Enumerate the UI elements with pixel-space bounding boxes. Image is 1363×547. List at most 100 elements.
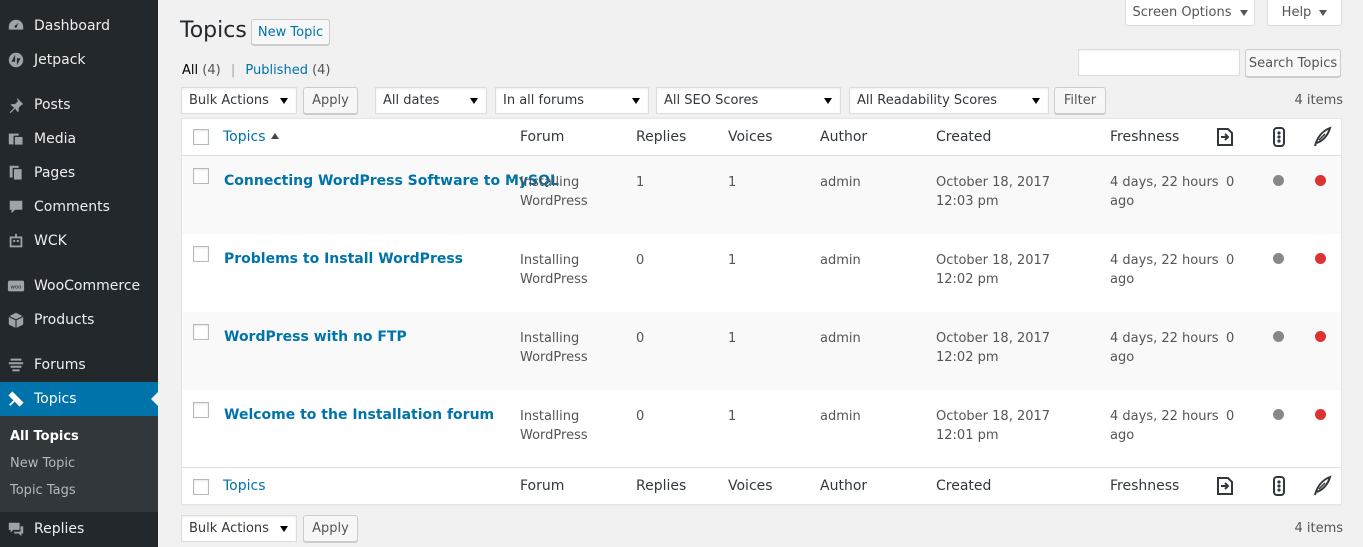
help-button[interactable]: Help [1267, 0, 1342, 26]
dropdown-arrow-icon [280, 526, 288, 532]
forum-cell: Installing WordPress [520, 251, 588, 289]
sidebar-item-woocommerce[interactable]: woo WooCommerce [0, 269, 158, 303]
freshness-line1: 4 days, 22 hours [1110, 331, 1219, 346]
topics-table: Topics Forum Replies Voices Author Creat… [181, 118, 1342, 505]
sidebar-item-media[interactable]: Media [0, 122, 158, 156]
topic-title-link[interactable]: WordPress with no FTP [224, 328, 407, 347]
sidebar-item-products[interactable]: Products [0, 303, 158, 337]
replies-cell: 0 [636, 331, 645, 346]
seo-score-filter-select[interactable]: All SEO Scores [656, 87, 841, 114]
seo-score-dot [1273, 409, 1284, 420]
bulk-actions-select[interactable]: Bulk Actions [181, 87, 297, 114]
freshness-line1: 4 days, 22 hours [1110, 409, 1219, 424]
column-header-topics[interactable]: Topics [223, 129, 279, 145]
submenu-all-topics[interactable]: All Topics [10, 429, 79, 444]
replies-cell: 0 [636, 253, 645, 268]
dropdown-arrow-icon [824, 98, 832, 104]
table-footer: Topics Forum Replies Voices Author Creat… [182, 467, 1341, 505]
select-value: All dates [383, 93, 440, 108]
submenu-topic-tags[interactable]: Topic Tags [10, 483, 76, 498]
sidebar-item-pages[interactable]: Pages [0, 156, 158, 190]
sidebar-item-comments[interactable]: Comments [0, 190, 158, 224]
dropdown-arrow-icon [280, 98, 288, 104]
sidebar-item-label: WooCommerce [34, 278, 141, 294]
view-published[interactable]: Published [245, 63, 308, 78]
freshness-line2: ago [1110, 428, 1135, 443]
row-checkbox[interactable] [193, 402, 209, 418]
sidebar-item-topics[interactable]: Topics [0, 382, 158, 416]
readability-score-dot [1315, 253, 1326, 264]
topic-title-link[interactable]: Problems to Install WordPress [224, 250, 463, 269]
seo-score-icon [1273, 127, 1285, 147]
select-all-checkbox[interactable] [193, 479, 209, 495]
select-all-checkbox[interactable] [193, 129, 209, 145]
dropdown-arrow-icon [470, 98, 478, 104]
robot-icon [6, 231, 26, 251]
voices-cell: 1 [728, 409, 737, 424]
forum-name-line2: WordPress [520, 428, 588, 443]
created-time: 12:02 pm [936, 350, 999, 365]
author-cell: admin [820, 331, 861, 346]
sidebar-item-wck[interactable]: WCK [0, 224, 158, 258]
replies-cell: 1 [636, 175, 645, 190]
row-checkbox[interactable] [193, 324, 209, 340]
items-count-top: 4 items [1294, 93, 1343, 108]
apply-button-bottom[interactable]: Apply [303, 515, 358, 542]
created-date: October 18, 2017 [936, 331, 1051, 346]
column-footer-freshness: Freshness [1110, 478, 1180, 494]
column-footer-topics[interactable]: Topics [223, 478, 266, 494]
sidebar-item-label: Products [34, 312, 95, 328]
created-date: October 18, 2017 [936, 409, 1051, 424]
readability-score-dot [1315, 331, 1326, 342]
forum-cell: Installing WordPress [520, 329, 588, 367]
comment-count-icon [1217, 477, 1233, 495]
readability-filter-select[interactable]: All Readability Scores [849, 87, 1049, 114]
seo-score-icon [1273, 476, 1285, 496]
sidebar-item-label: Topics [34, 391, 77, 407]
sidebar-item-replies[interactable]: Replies [0, 512, 158, 546]
column-footer-author: Author [820, 478, 868, 494]
items-count-bottom: 4 items [1294, 521, 1343, 536]
topic-title-link[interactable]: Welcome to the Installation forum [224, 406, 494, 425]
sidebar-item-forums[interactable]: Forums [0, 348, 158, 382]
forum-name-line1: Installing [520, 409, 580, 424]
table-row: Problems to Install WordPress Installing… [182, 234, 1341, 312]
column-topics-label: Topics [223, 129, 266, 145]
view-all[interactable]: All [182, 63, 198, 78]
column-header-forum: Forum [520, 129, 565, 145]
sidebar-item-label: Comments [34, 199, 110, 215]
sidebar-item-label: Posts [34, 97, 71, 113]
seo-score-dot [1273, 331, 1284, 342]
forum-name-line1: Installing [520, 175, 580, 190]
apply-button[interactable]: Apply [303, 87, 358, 114]
search-topics-button[interactable]: Search Topics [1245, 49, 1341, 77]
topic-title-link[interactable]: Connecting WordPress Software to MySQL [224, 172, 559, 191]
forum-name-line1: Installing [520, 331, 580, 346]
submenu-new-topic[interactable]: New Topic [10, 456, 75, 471]
forums-filter-select[interactable]: In all forums [495, 87, 649, 114]
dates-filter-select[interactable]: All dates [375, 87, 487, 114]
sidebar-item-posts[interactable]: Posts [0, 88, 158, 122]
comment-count-cell: 0 [1226, 331, 1235, 346]
screen-options-button[interactable]: Screen Options [1125, 0, 1255, 26]
new-topic-button[interactable]: New Topic [251, 19, 330, 45]
created-time: 12:02 pm [936, 272, 999, 287]
column-header-freshness: Freshness [1110, 129, 1180, 145]
filter-button[interactable]: Filter [1054, 87, 1106, 114]
created-date: October 18, 2017 [936, 253, 1051, 268]
sidebar-item-dashboard[interactable]: Dashboard [0, 9, 158, 43]
row-checkbox[interactable] [193, 246, 209, 262]
bulk-actions-select-bottom[interactable]: Bulk Actions [181, 515, 297, 542]
readability-score-dot [1315, 175, 1326, 186]
row-checkbox[interactable] [193, 168, 209, 184]
freshness-line1: 4 days, 22 hours [1110, 175, 1219, 190]
created-time: 12:03 pm [936, 194, 999, 209]
created-time: 12:01 pm [936, 428, 999, 443]
freshness-cell: 4 days, 22 hours ago [1110, 329, 1219, 367]
sidebar-item-label: Replies [34, 521, 85, 537]
table-row: WordPress with no FTP Installing WordPres… [182, 312, 1341, 390]
comment-count-icon [1217, 128, 1233, 146]
sidebar-item-jetpack[interactable]: Jetpack [0, 43, 158, 77]
select-value: All SEO Scores [664, 93, 759, 108]
search-input[interactable] [1078, 49, 1240, 76]
